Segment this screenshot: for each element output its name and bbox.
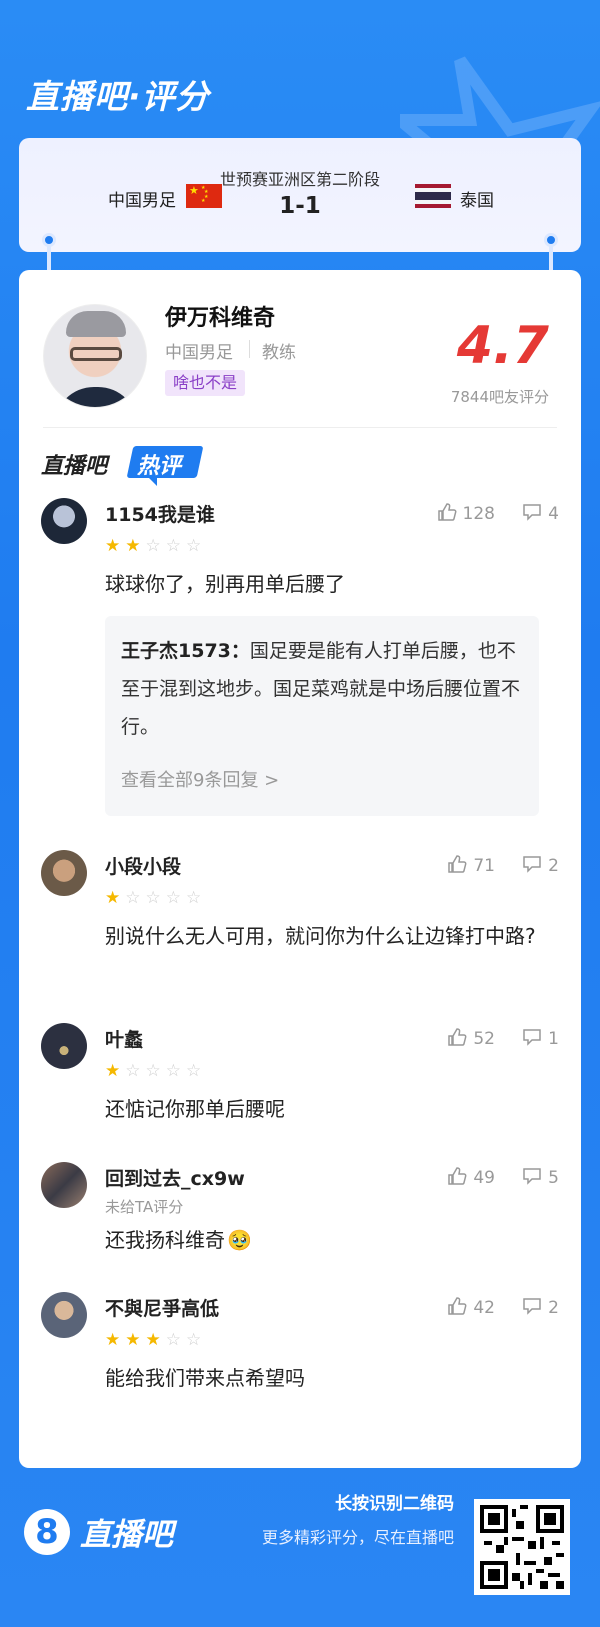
like-count: 42 (473, 1298, 495, 1318)
like-button[interactable]: 42 (447, 1296, 495, 1318)
avatar[interactable] (41, 850, 87, 896)
qr-code-icon (480, 1505, 564, 1589)
comment-text: 别说什么无人可用，就问你为什么让边锋打中路? (105, 924, 536, 948)
like-button[interactable]: 128 (437, 502, 495, 524)
comment-username[interactable]: 叶蠡 (105, 1025, 143, 1052)
comment-text: 能给我们带来点希望吗 (105, 1366, 305, 1390)
like-count: 128 (462, 504, 495, 524)
comment-text: 球球你了，别再用单后腰了 (105, 572, 345, 596)
like-button[interactable]: 49 (447, 1166, 495, 1188)
comment-icon (523, 1298, 541, 1315)
reply-count: 5 (548, 1168, 559, 1188)
reply-preview[interactable]: 王子杰1573：国足要是能有人打单后腰，也不至于混到这地步。国足菜鸡就是中场后腰… (105, 616, 539, 816)
reply-count: 2 (548, 1298, 559, 1318)
avatar[interactable] (41, 1023, 87, 1069)
avatar[interactable] (41, 498, 87, 544)
comment-text: 还我扬科维奇 🥹 (105, 1222, 545, 1258)
brand-logo-icon: 8 (24, 1509, 70, 1555)
star-rating: ★☆☆☆☆ (105, 1061, 207, 1081)
like-count: 49 (473, 1168, 495, 1188)
reply-button[interactable]: 5 (522, 1166, 559, 1188)
unrated-label: 未给TA评分 (105, 1198, 184, 1216)
like-button[interactable]: 71 (447, 854, 495, 876)
rating-count: 7844吧友评分 (450, 388, 549, 406)
avatar[interactable] (41, 1292, 87, 1338)
reply-button[interactable]: 1 (522, 1027, 559, 1049)
connector-dot-right-top (544, 233, 558, 247)
star-rating: ★★★☆☆ (105, 1330, 207, 1350)
reply-button[interactable]: 4 (522, 502, 559, 524)
coach-tag: 啥也不是 (165, 370, 246, 396)
comment-icon (523, 1168, 541, 1185)
star-rating: ★☆☆☆☆ (105, 888, 207, 908)
comment-username[interactable]: 小段小段 (105, 852, 181, 879)
comment-username[interactable]: 不與尼爭高低 (105, 1294, 219, 1321)
footer-brand: 直播吧 (80, 1517, 173, 1553)
reply-count: 1 (548, 1029, 559, 1049)
qr-label: 长按识别二维码 (335, 1494, 454, 1514)
avatar[interactable] (41, 1162, 87, 1208)
china-flag-icon: ★ ★ ★ ★ ★ (186, 184, 222, 208)
comment-text: 还惦记你那单后腰呢 (105, 1097, 285, 1121)
thumbs-up-icon (448, 1167, 467, 1185)
qr-subtitle: 更多精彩评分，尽在直播吧 (261, 1528, 454, 1547)
reply-button[interactable]: 2 (522, 854, 559, 876)
like-button[interactable]: 52 (447, 1027, 495, 1049)
coach-name: 伊万科维奇 (165, 306, 276, 331)
like-count: 71 (473, 856, 495, 876)
home-team-name: 中国男足 (108, 191, 176, 211)
reply-username: 王子杰1573： (121, 640, 250, 662)
star-rating: ★★☆☆☆ (105, 536, 207, 556)
match-card: 世预赛亚洲区第二阶段 1-1 中国男足 ★ ★ ★ ★ ★ 泰国 (19, 138, 581, 252)
reply-content: 王子杰1573：国足要是能有人打单后腰，也不至于混到这地步。国足菜鸡就是中场后腰… (121, 632, 521, 746)
comment-username[interactable]: 1154我是谁 (105, 500, 215, 527)
like-count: 52 (473, 1029, 495, 1049)
rating-card: 伊万科维奇 中国男足 教练 啥也不是 4.7 7844吧友评分 直播吧 热评 1… (19, 270, 581, 1468)
view-all-replies-link[interactable]: 查看全部9条回复 > (121, 766, 279, 792)
page-title: 直播吧·评分 (26, 77, 210, 116)
away-team-name: 泰国 (460, 191, 494, 211)
coach-info-separator (249, 340, 250, 358)
hot-comments-title: 直播吧 (41, 454, 108, 479)
divider (43, 427, 557, 428)
comment-icon (523, 856, 541, 873)
qr-code[interactable] (474, 1499, 570, 1595)
coach-team: 中国男足 (165, 343, 233, 363)
emoji-icon: 🥹 (227, 1228, 252, 1252)
reply-count: 4 (548, 504, 559, 524)
comment-text-body: 还我扬科维奇 (105, 1228, 225, 1252)
reply-button[interactable]: 2 (522, 1296, 559, 1318)
coach-role: 教练 (262, 343, 296, 363)
thumbs-up-icon (448, 855, 467, 873)
comment-icon (523, 1029, 541, 1046)
thumbs-up-icon (448, 1028, 467, 1046)
comment-username[interactable]: 回到过去_cx9w (105, 1164, 245, 1191)
thumbs-up-icon (437, 503, 457, 521)
comment-icon (523, 504, 541, 521)
reply-count: 2 (548, 856, 559, 876)
thailand-flag-icon (415, 184, 451, 208)
connector-dot-left-top (42, 233, 56, 247)
average-score: 4.7 (456, 316, 549, 376)
coach-avatar (43, 304, 147, 408)
hot-badge-label: 热评 (137, 454, 182, 479)
thumbs-up-icon (448, 1297, 467, 1315)
